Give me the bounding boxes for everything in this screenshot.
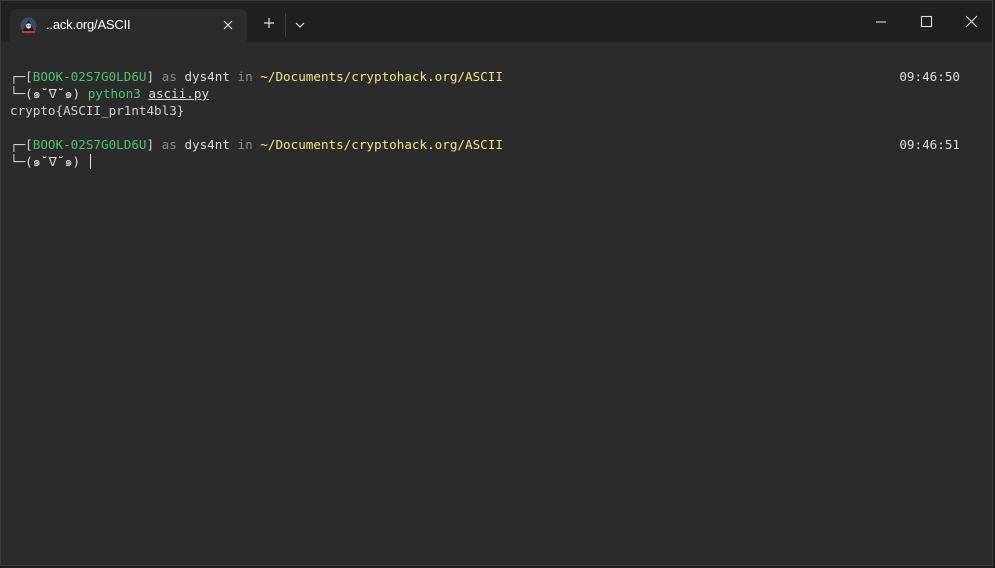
- prompt-face: (๑˘ᐁ˘๑): [25, 154, 81, 169]
- username: dys4nt: [184, 137, 230, 152]
- prompt-timestamp: 09:46:51: [899, 137, 960, 152]
- prompt-corner: ┌─: [10, 137, 26, 152]
- username: dys4nt: [184, 69, 230, 84]
- title-bar[interactable]: ..ack.org/ASCII: [1, 1, 992, 42]
- terminal-window: ..ack.org/ASCII ┌─[BOOK-02S7G0LD6U] as d…: [0, 0, 993, 566]
- prompt-corner: └─: [10, 86, 26, 101]
- command-line: └─(๑˘ᐁ˘๑) python3 ascii.py: [10, 85, 209, 102]
- plus-icon[interactable]: [261, 15, 277, 31]
- tab-active[interactable]: ..ack.org/ASCII: [10, 9, 247, 42]
- command-name: python3: [87, 86, 141, 101]
- in-word: in: [229, 69, 261, 84]
- close-icon[interactable]: [958, 9, 986, 35]
- as-word: as: [154, 69, 185, 84]
- host-bracket-close: ]: [146, 69, 155, 84]
- prompt-corner: └─: [10, 154, 26, 169]
- hostname: BOOK-02S7G0LD6U: [32, 69, 147, 84]
- tab-close-icon[interactable]: [220, 17, 236, 33]
- prompt-face: (๑˘ᐁ˘๑): [25, 86, 81, 101]
- prompt-timestamp: 09:46:50: [899, 69, 960, 84]
- host-bracket-open: [: [25, 137, 33, 152]
- working-directory: ~/Documents/cryptohack.org/ASCII: [260, 137, 503, 152]
- tab-divider: [285, 13, 286, 37]
- command-output: crypto{ASCII_pr1nt4bl3}: [10, 103, 185, 118]
- chevron-down-icon[interactable]: [293, 18, 307, 30]
- host-bracket-open: [: [25, 69, 33, 84]
- hacker-avatar-icon: [20, 17, 37, 34]
- terminal-content[interactable]: ┌─[BOOK-02S7G0LD6U] as dys4nt in ~/Docum…: [1, 42, 992, 565]
- text-cursor: [89, 154, 91, 169]
- tab-title: ..ack.org/ASCII: [46, 17, 131, 32]
- in-word: in: [229, 137, 261, 152]
- current-input-line[interactable]: └─(๑˘ᐁ˘๑): [10, 153, 91, 170]
- prompt-header-line: ┌─[BOOK-02S7G0LD6U] as dys4nt in ~/Docum…: [10, 68, 503, 85]
- prompt-header-line: ┌─[BOOK-02S7G0LD6U] as dys4nt in ~/Docum…: [10, 136, 503, 153]
- maximize-icon[interactable]: [913, 9, 941, 35]
- command-argument: ascii.py: [148, 86, 210, 101]
- hostname: BOOK-02S7G0LD6U: [32, 137, 147, 152]
- working-directory: ~/Documents/cryptohack.org/ASCII: [260, 69, 503, 84]
- host-bracket-close: ]: [146, 137, 155, 152]
- prompt-corner: ┌─: [10, 69, 26, 84]
- minimize-icon[interactable]: [867, 9, 895, 35]
- as-word: as: [154, 137, 185, 152]
